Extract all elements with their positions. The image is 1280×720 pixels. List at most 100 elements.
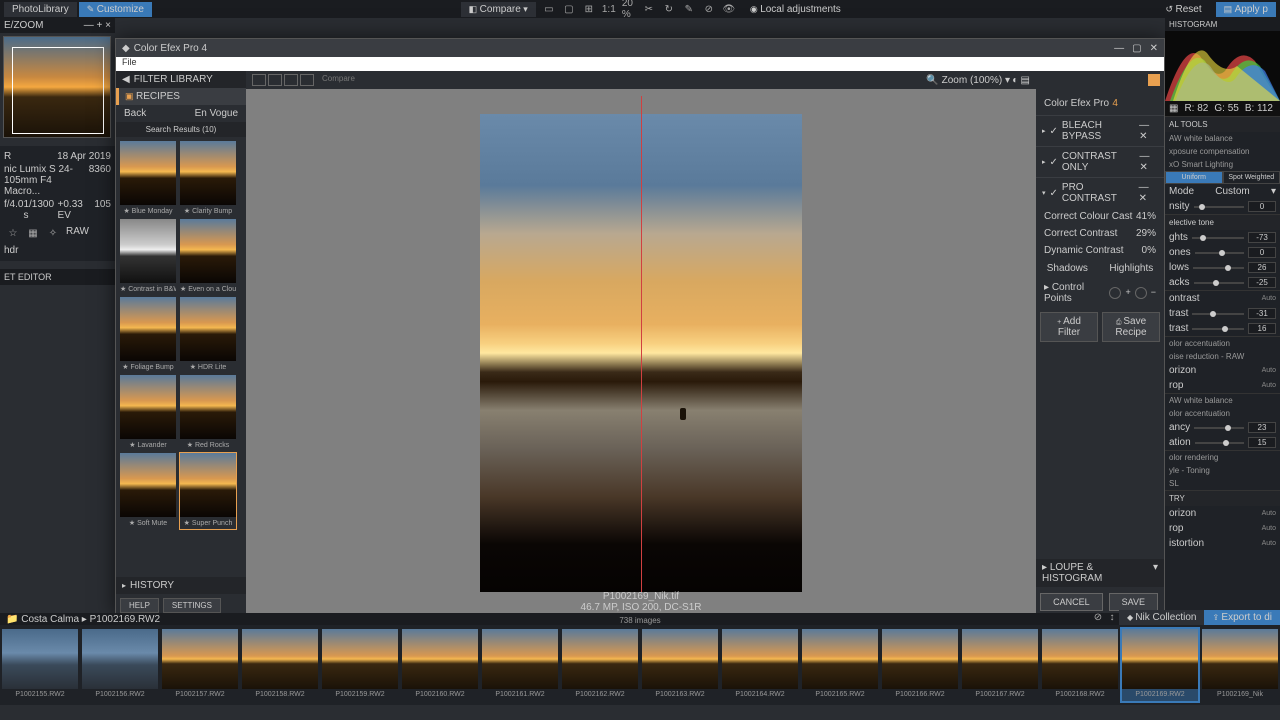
breadcrumb[interactable]: 📁 Costa Calma ▸ P1002169.RW2: [6, 614, 160, 625]
back-link[interactable]: Back: [124, 108, 146, 119]
zoom-pct[interactable]: 20 %: [622, 2, 636, 16]
hsl-row[interactable]: SL: [1165, 477, 1280, 490]
rotate-icon[interactable]: ↻: [662, 2, 676, 16]
style-row[interactable]: yle - Toning: [1165, 464, 1280, 477]
noise-row[interactable]: oise reduction - RAW: [1165, 350, 1280, 363]
crop2-row[interactable]: ropAuto: [1165, 521, 1280, 536]
midtones-slider[interactable]: ones: [1165, 245, 1280, 260]
highlights-slider[interactable]: ghts: [1165, 230, 1280, 245]
repair-icon[interactable]: ⊘: [702, 2, 716, 16]
film-thumb[interactable]: P1002161.RW2: [482, 629, 558, 701]
wb2-row[interactable]: AW white balance: [1165, 394, 1280, 407]
cancel-button[interactable]: CANCEL: [1040, 593, 1103, 611]
accent2-row[interactable]: olor accentuation: [1165, 407, 1280, 420]
horizon2-row[interactable]: orizonAuto: [1165, 506, 1280, 521]
recipe-thumb[interactable]: ★ HDR Lite: [180, 297, 236, 373]
view-split-icon[interactable]: [268, 74, 282, 86]
maximize-icon[interactable]: ▢: [1132, 43, 1141, 54]
microcontrast-slider[interactable]: trast: [1165, 321, 1280, 336]
essential-tools-header[interactable]: AL TOOLS: [1165, 117, 1280, 132]
accent-row[interactable]: olor accentuation: [1165, 337, 1280, 350]
crop-icon[interactable]: ✂: [642, 2, 656, 16]
fit-label[interactable]: 1:1: [602, 2, 616, 16]
recipe-thumb[interactable]: ★ Blue Monday: [120, 141, 176, 217]
smart-lighting-row[interactable]: xO Smart Lighting: [1165, 158, 1280, 171]
fit-icon[interactable]: ▢: [562, 2, 576, 16]
view-side-icon[interactable]: [284, 74, 298, 86]
slider-contrast[interactable]: Correct Contrast29%: [1036, 225, 1164, 242]
slider-dynamic[interactable]: Dynamic Contrast0%: [1036, 242, 1164, 259]
compare-dropdown[interactable]: ◧ Compare ▾: [461, 2, 536, 17]
customize-tab[interactable]: ✎ Customize: [79, 2, 152, 17]
exposure-row[interactable]: xposure compensation: [1165, 145, 1280, 158]
view-single-icon[interactable]: [252, 74, 266, 86]
film-thumb[interactable]: P1002168.RW2: [1042, 629, 1118, 701]
intensity-slider[interactable]: nsity: [1165, 199, 1280, 214]
filter-off-icon[interactable]: ⊘: [1091, 610, 1105, 624]
geometry-header[interactable]: TRY: [1165, 491, 1280, 506]
preview-canvas[interactable]: P1002169_Nik.tif46.7 MP, ISO 200, DC-S1R: [246, 89, 1036, 617]
mode-row[interactable]: ModeCustom▾: [1165, 184, 1280, 199]
wb-icon[interactable]: ✎: [682, 2, 696, 16]
film-thumb[interactable]: P1002158.RW2: [242, 629, 318, 701]
film-thumb[interactable]: P1002164.RW2: [722, 629, 798, 701]
grid-tool-icon[interactable]: ▦: [26, 226, 40, 240]
plugin-titlebar[interactable]: ◆Color Efex Pro 4 — ▢ ✕: [116, 39, 1164, 57]
rating-icon[interactable]: ☆: [6, 226, 20, 240]
settings-button[interactable]: SETTINGS: [163, 598, 221, 613]
help-button[interactable]: HELP: [120, 598, 159, 613]
close-icon[interactable]: ✕: [1150, 43, 1158, 54]
save-recipe-button[interactable]: ⎙ Save Recipe: [1102, 312, 1160, 342]
film-thumb[interactable]: P1002160.RW2: [402, 629, 478, 701]
photolibrary-tab[interactable]: PhotoLibrary: [4, 2, 77, 17]
vibrancy-slider[interactable]: ancy: [1165, 420, 1280, 435]
film-thumb[interactable]: P1002156.RW2: [82, 629, 158, 701]
filter-library-header[interactable]: ◀FILTER LIBRARY: [116, 71, 246, 88]
filmstrip[interactable]: P1002155.RW2P1002156.RW2P1002157.RW2P100…: [0, 625, 1280, 705]
recipe-thumb[interactable]: ★ Soft Mute: [120, 453, 176, 529]
shadows-slider[interactable]: lows: [1165, 260, 1280, 275]
back-arrow-icon[interactable]: ◀: [122, 74, 130, 85]
histogram-header[interactable]: HISTOGRAM: [1165, 18, 1280, 31]
export-button[interactable]: ⇪ Export to di: [1204, 610, 1280, 625]
slider-colour-cast[interactable]: Correct Colour Cast41%: [1036, 208, 1164, 225]
apply-preset-button[interactable]: ▤ Apply p: [1216, 2, 1276, 17]
film-thumb[interactable]: P1002157.RW2: [162, 629, 238, 701]
crop-row[interactable]: ropAuto: [1165, 378, 1280, 393]
eye-icon[interactable]: 👁: [722, 2, 736, 16]
bg-toggle-icon[interactable]: ◐: [1012, 75, 1018, 86]
file-menu[interactable]: File: [122, 57, 137, 67]
recipe-thumb[interactable]: ★ Foliage Bump: [120, 297, 176, 373]
add-control-point-icon[interactable]: [1109, 287, 1121, 299]
rendering-row[interactable]: olor rendering: [1165, 451, 1280, 464]
history-header[interactable]: ▸ HISTORY: [116, 577, 246, 594]
view-compare-icon[interactable]: [300, 74, 314, 86]
wb-row[interactable]: AW white balance: [1165, 132, 1280, 145]
selective-tone-header[interactable]: elective tone: [1165, 215, 1280, 230]
filter-contrast-only[interactable]: ▸✓CONTRAST ONLY— ✕: [1036, 146, 1164, 177]
save-button[interactable]: SAVE: [1109, 593, 1158, 611]
horizon-row[interactable]: orizonAuto: [1165, 363, 1280, 378]
filter-bleach-bypass[interactable]: ▸✓BLEACH BYPASS— ✕: [1036, 115, 1164, 146]
film-thumb[interactable]: P1002155.RW2: [2, 629, 78, 701]
lighting-mode-segment[interactable]: Uniform Spot Weighted: [1165, 171, 1280, 184]
grid-icon[interactable]: ⊞: [582, 2, 596, 16]
film-thumb[interactable]: P1002165.RW2: [802, 629, 878, 701]
film-thumb[interactable]: P1002169.RW2: [1122, 629, 1198, 701]
recipe-thumb[interactable]: ★ Lavander: [120, 375, 176, 451]
local-adjustments-button[interactable]: ◉ Local adjustments: [742, 2, 849, 17]
recipes-header[interactable]: ▣ RECIPES: [116, 88, 246, 105]
film-thumb[interactable]: P1002166.RW2: [882, 629, 958, 701]
spot-weighted-button[interactable]: Spot Weighted: [1223, 171, 1280, 184]
recipe-thumb[interactable]: ★ Red Rocks: [180, 375, 236, 451]
contrast-header[interactable]: ontrastAuto: [1165, 291, 1280, 306]
minimize-icon[interactable]: —: [1114, 43, 1124, 54]
saturation-slider[interactable]: ation: [1165, 435, 1280, 450]
film-thumb[interactable]: P1002167.RW2: [962, 629, 1038, 701]
add-filter-button[interactable]: + Add Filter: [1040, 312, 1098, 342]
panel-toggle-icon[interactable]: ▤: [1021, 75, 1030, 86]
remove-control-point-icon[interactable]: [1135, 287, 1147, 299]
single-view-icon[interactable]: ▭: [542, 2, 556, 16]
filter-pro-contrast[interactable]: ▾✓PRO CONTRAST— ✕: [1036, 177, 1164, 208]
distortion-row[interactable]: istortionAuto: [1165, 536, 1280, 551]
